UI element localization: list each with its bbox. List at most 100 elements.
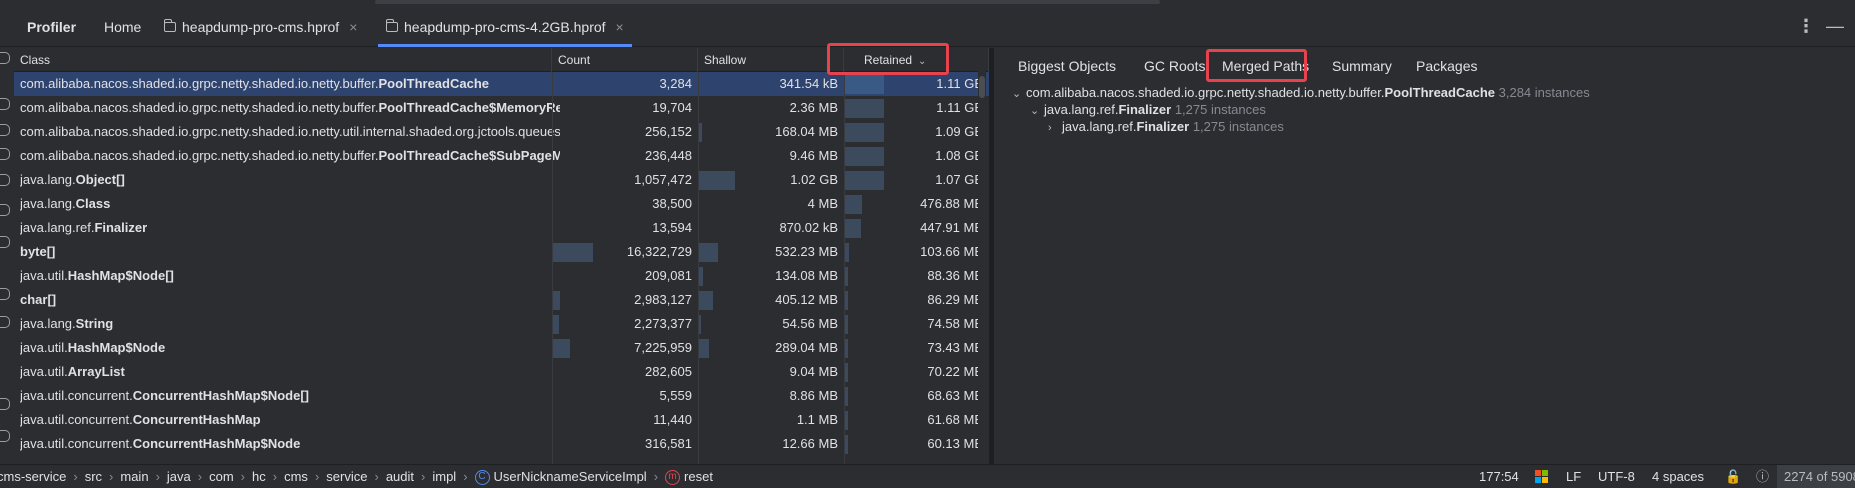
table-row[interactable]: java.lang.Class 38,500 4 MB 476.88 MB bbox=[14, 192, 989, 216]
class-name-cell: byte[] bbox=[20, 240, 560, 264]
breadcrumb-separator: › bbox=[73, 469, 78, 484]
tool-icon[interactable] bbox=[0, 174, 10, 186]
table-row[interactable]: java.util.HashMap$Node[] 209,081 134.08 MB… bbox=[14, 264, 989, 288]
table-row[interactable]: com.alibaba.nacos.shaded.io.grpc.netty.s… bbox=[14, 144, 989, 168]
class-name-cell: java.util.HashMap$Node[] bbox=[20, 264, 560, 288]
file-encoding[interactable]: UTF-8 bbox=[1598, 465, 1635, 488]
tree-node-prefix: com.alibaba.nacos.shaded.io.grpc.netty.s… bbox=[1026, 85, 1385, 100]
shallow-cell: 8.86 MB bbox=[789, 388, 838, 403]
shallow-cell: 134.08 MB bbox=[775, 268, 838, 283]
line-ending[interactable]: LF bbox=[1566, 465, 1581, 488]
breadcrumb-item[interactable]: cms bbox=[284, 469, 308, 484]
tab-gc-roots[interactable]: GC Roots bbox=[1144, 48, 1205, 84]
tab-packages[interactable]: Packages bbox=[1416, 48, 1477, 84]
tab-file1-label: heapdump-pro-cms.hprof bbox=[182, 18, 340, 35]
minimize-icon[interactable]: — bbox=[1826, 6, 1844, 47]
shallow-cell: 9.04 MB bbox=[789, 364, 838, 379]
tab-heapdump-pro-cms[interactable]: heapdump-pro-cms.hprof × bbox=[163, 6, 357, 47]
breadcrumb-item[interactable]: hc bbox=[252, 469, 266, 484]
table-row[interactable]: java.lang.ref.Finalizer 13,594 870.02 kB 44… bbox=[14, 216, 989, 240]
table-row[interactable]: java.util.ArrayList 282,605 9.04 MB 70.22 M… bbox=[14, 360, 989, 384]
table-row[interactable]: java.util.concurrent.ConcurrentHashMap$N… bbox=[14, 432, 989, 456]
retained-cell: 68.63 MB bbox=[927, 388, 983, 403]
tool-icon[interactable] bbox=[0, 52, 10, 64]
more-options-icon[interactable]: ⋮ bbox=[1797, 6, 1815, 47]
table-row[interactable]: java.lang.String 2,273,377 54.56 MB 74.58 M… bbox=[14, 312, 989, 336]
retained-cell: 1.09 GB bbox=[935, 124, 983, 139]
class-name-cell: java.lang.String bbox=[20, 312, 560, 336]
table-row[interactable]: java.lang.Object[] 1,057,472 1.02 GB 1.07 G… bbox=[14, 168, 989, 192]
table-row[interactable]: java.util.concurrent.ConcurrentHashMap$N… bbox=[14, 384, 989, 408]
tool-icon[interactable] bbox=[0, 124, 10, 136]
table-row[interactable]: com.alibaba.nacos.shaded.io.grpc.netty.s… bbox=[14, 120, 989, 144]
tree-node-grandchild[interactable]: › java.lang.ref.Finalizer 1,275 instances bbox=[1048, 119, 1284, 134]
tool-icon[interactable] bbox=[0, 288, 10, 300]
tree-node-child[interactable]: ⌄ java.lang.ref.Finalizer 1,275 instances bbox=[1030, 102, 1266, 117]
table-row[interactable]: java.util.concurrent.ConcurrentHashMap 11… bbox=[14, 408, 989, 432]
shallow-cell: 4 MB bbox=[807, 196, 838, 211]
class-name-cell: java.util.concurrent.ConcurrentHashMap$N… bbox=[20, 384, 560, 408]
count-cell: 7,225,959 bbox=[634, 340, 692, 355]
count-cell: 256,152 bbox=[645, 124, 692, 139]
info-icon[interactable]: ⓘ bbox=[1756, 465, 1769, 488]
class-name-cell: java.lang.Object[] bbox=[20, 168, 560, 192]
left-tool-strip bbox=[0, 48, 14, 464]
table-row[interactable]: com.alibaba.nacos.shaded.io.grpc.netty.s… bbox=[14, 72, 989, 96]
lock-icon[interactable]: 🔓 bbox=[1725, 465, 1741, 488]
breadcrumb-item[interactable]: impl bbox=[432, 469, 456, 484]
caret-position[interactable]: 177:54 bbox=[1479, 465, 1519, 488]
top-scrollbar-thumb[interactable] bbox=[375, 0, 1160, 4]
count-cell: 1,057,472 bbox=[634, 172, 692, 187]
breadcrumb-item[interactable]: com bbox=[209, 469, 234, 484]
count-cell: 5,559 bbox=[659, 388, 692, 403]
tab-home[interactable]: Home bbox=[104, 6, 141, 47]
breadcrumb-item[interactable]: service bbox=[326, 469, 367, 484]
tool-icon[interactable] bbox=[0, 236, 10, 248]
close-icon[interactable]: × bbox=[349, 19, 357, 35]
tool-icon[interactable] bbox=[0, 98, 10, 110]
breadcrumb-item[interactable]: audit bbox=[386, 469, 414, 484]
shallow-cell: 1.1 MB bbox=[796, 412, 838, 427]
tool-icon[interactable] bbox=[0, 316, 10, 328]
memory-indicator[interactable]: 2274 of 5908M bbox=[1777, 465, 1855, 488]
column-header-class[interactable]: Class bbox=[14, 48, 552, 72]
breadcrumb-item[interactable]: cms-service bbox=[0, 469, 66, 484]
indent-setting[interactable]: 4 spaces bbox=[1652, 465, 1704, 488]
retained-cell: 1.07 GB bbox=[935, 172, 983, 187]
merged-paths-highlight-box bbox=[1206, 49, 1307, 82]
windows-logo-icon[interactable] bbox=[1535, 470, 1548, 484]
class-package: com.alibaba.nacos.shaded.io.grpc.netty.s… bbox=[20, 76, 379, 91]
shallow-cell: 1.02 GB bbox=[790, 172, 838, 187]
table-row[interactable]: char[] 2,983,127 405.12 MB 86.29 MB bbox=[14, 288, 989, 312]
breadcrumb-method[interactable]: reset bbox=[684, 469, 713, 484]
count-cell: 16,322,729 bbox=[626, 244, 692, 259]
tab-summary[interactable]: Summary bbox=[1332, 48, 1392, 84]
tree-node-root[interactable]: ⌄ com.alibaba.nacos.shaded.io.grpc.netty.… bbox=[1012, 85, 1590, 100]
class-name-cell: java.util.ArrayList bbox=[20, 360, 560, 384]
tool-icon[interactable] bbox=[0, 148, 10, 160]
tab-profiler[interactable]: Profiler bbox=[27, 6, 76, 47]
table-scrollbar-thumb[interactable] bbox=[979, 76, 985, 98]
class-simple-name: ConcurrentHashMap bbox=[132, 412, 261, 427]
tool-icon[interactable] bbox=[0, 430, 10, 442]
breadcrumb-class[interactable]: UserNicknameServiceImpl bbox=[494, 469, 647, 484]
breadcrumb-item[interactable]: src bbox=[85, 469, 102, 484]
close-icon[interactable]: × bbox=[616, 19, 624, 35]
chevron-down-icon[interactable]: ⌄ bbox=[1012, 87, 1026, 100]
column-shallow-label: Shallow bbox=[704, 53, 747, 67]
breadcrumb-item[interactable]: main bbox=[120, 469, 148, 484]
table-row[interactable]: java.util.HashMap$Node 7,225,959 289.04 MB… bbox=[14, 336, 989, 360]
chevron-down-icon[interactable]: ⌄ bbox=[1030, 104, 1044, 117]
column-header-shallow[interactable]: Shallow bbox=[698, 48, 844, 72]
tool-icon[interactable] bbox=[0, 398, 10, 410]
tab-packages-label: Packages bbox=[1416, 58, 1478, 74]
table-row[interactable]: byte[] 16,322,729 532.23 MB 103.66 MB bbox=[14, 240, 989, 264]
column-header-count[interactable]: Count bbox=[552, 48, 698, 72]
tab-biggest-objects[interactable]: Biggest Objects bbox=[1018, 48, 1116, 84]
table-row[interactable]: com.alibaba.nacos.shaded.io.grpc.netty.s… bbox=[14, 96, 989, 120]
table-scrollbar[interactable] bbox=[978, 48, 986, 464]
tab-heapdump-pro-cms-4-2gb[interactable]: heapdump-pro-cms-4.2GB.hprof × bbox=[378, 6, 632, 47]
tool-icon[interactable] bbox=[0, 204, 10, 216]
breadcrumb-item[interactable]: java bbox=[167, 469, 191, 484]
chevron-right-icon[interactable]: › bbox=[1048, 122, 1062, 134]
